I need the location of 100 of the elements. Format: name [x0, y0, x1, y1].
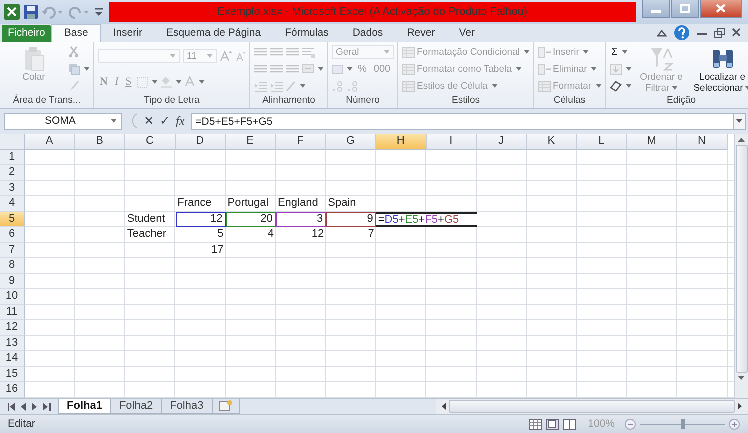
insert-function-button[interactable]: fx: [176, 114, 185, 129]
ribbon-tab[interactable]: Ver: [447, 24, 487, 42]
previous-sheet-icon[interactable]: [21, 402, 27, 411]
minimize-button[interactable]: [642, 0, 670, 18]
page-layout-icon[interactable]: [546, 418, 560, 430]
row-header[interactable]: 14: [0, 351, 25, 367]
ribbon-tab[interactable]: Esquema de Página: [154, 24, 274, 42]
caret-icon: [300, 84, 306, 88]
scroll-thumb[interactable]: [449, 400, 735, 414]
group-label: Células: [554, 95, 586, 106]
row-header[interactable]: 11: [0, 304, 25, 320]
sheet-tab[interactable]: Folha1: [58, 398, 112, 414]
ribbon-tab[interactable]: Rever: [395, 24, 448, 42]
spreadsheet-logo-icon[interactable]: [4, 4, 20, 20]
row-header[interactable]: 8: [0, 258, 25, 274]
row-header[interactable]: 12: [0, 320, 25, 336]
formula-field[interactable]: =D5+E5+F5+G5: [190, 112, 734, 130]
column-header[interactable]: G: [326, 134, 376, 150]
table-cell-text: 12: [310, 227, 326, 242]
close-button[interactable]: [700, 0, 742, 18]
restore-icon[interactable]: [714, 28, 725, 38]
caret-icon: [516, 67, 522, 72]
column-header[interactable]: D: [176, 134, 226, 150]
row-header[interactable]: 6: [0, 227, 25, 243]
close-icon[interactable]: [732, 28, 741, 37]
table-cell-text: Teacher: [126, 227, 168, 242]
row-header[interactable]: 4: [0, 196, 25, 212]
save-icon[interactable]: [24, 4, 38, 19]
row-header[interactable]: 2: [0, 165, 25, 181]
ribbon-tab[interactable]: Inserir: [101, 24, 154, 42]
row-header[interactable]: 9: [0, 274, 25, 290]
row-header[interactable]: 13: [0, 336, 25, 352]
row-header[interactable]: 1: [0, 150, 25, 166]
cancel-button[interactable]: ✕: [144, 114, 154, 128]
ribbon-tab[interactable]: Fórmulas: [273, 24, 341, 42]
shrink-font-icon: [235, 50, 246, 62]
column-header[interactable]: F: [276, 134, 326, 150]
row-header[interactable]: 15: [0, 366, 25, 382]
sheet-tab[interactable]: Folha2: [110, 398, 162, 414]
eraser-icon: [610, 80, 622, 92]
row-header[interactable]: 3: [0, 180, 25, 196]
cell-editor[interactable]: =D5+E5+F5+G5: [376, 212, 477, 228]
copy-icon: [68, 63, 80, 76]
ribbon-button[interactable]: [610, 78, 632, 94]
last-sheet-icon[interactable]: [43, 402, 51, 411]
column-header[interactable]: E: [226, 134, 276, 150]
normal-view-icon[interactable]: [529, 418, 542, 430]
sheet-tab[interactable]: Folha3: [161, 398, 213, 414]
column-header[interactable]: H: [376, 134, 426, 150]
expand-button[interactable]: [734, 112, 746, 130]
table-cell-text: 17: [210, 242, 225, 258]
scroll-thumb[interactable]: [736, 144, 748, 373]
caret-icon: [384, 50, 390, 54]
column-header[interactable]: M: [627, 134, 678, 150]
ribbon-button[interactable]: Localizar e Seleccionar: [692, 44, 748, 96]
insert-sheet-button[interactable]: [212, 398, 240, 414]
table-cell-text: 4: [266, 227, 275, 242]
indent-icon: [270, 80, 283, 92]
file-tab[interactable]: Ficheiro: [2, 24, 52, 42]
name-box[interactable]: SOMA: [4, 112, 122, 130]
customize-menu-icon[interactable]: [94, 6, 104, 18]
zoom-slider[interactable]: [680, 418, 684, 429]
column-header[interactable]: B: [75, 134, 126, 150]
column-header[interactable]: C: [125, 134, 176, 150]
row-header[interactable]: 10: [0, 289, 25, 305]
scissors-icon: [68, 46, 80, 58]
table-cell-text: France: [176, 196, 213, 212]
column-header[interactable]: A: [25, 134, 76, 150]
align-icon: [286, 47, 299, 58]
maximize-button[interactable]: [671, 0, 699, 18]
caret-icon: [84, 67, 90, 72]
align-icon: [286, 64, 299, 74]
clipboard-icon: [23, 46, 45, 72]
align-icon: [270, 64, 283, 74]
row-header[interactable]: 7: [0, 242, 25, 258]
column-header[interactable]: J: [476, 134, 527, 150]
caret-icon: [170, 54, 176, 58]
table-cell: 3: [276, 212, 326, 228]
row-header[interactable]: 5: [0, 212, 25, 228]
ribbon-tab[interactable]: Base: [51, 24, 102, 42]
page-break-icon[interactable]: [563, 418, 576, 430]
ribbon-tab[interactable]: Dados: [340, 24, 396, 42]
first-sheet-icon[interactable]: [8, 402, 16, 411]
help-icon[interactable]: [674, 24, 690, 40]
ribbon-button[interactable]: Σ: [610, 44, 630, 60]
collapse-ribbon-icon[interactable]: [657, 28, 667, 36]
zoom-in-icon[interactable]: [729, 418, 740, 430]
down-arrow-icon: [738, 376, 745, 380]
vertical-scrollbar[interactable]: [734, 134, 748, 398]
column-header[interactable]: L: [577, 134, 628, 150]
column-header[interactable]: N: [677, 134, 728, 150]
table-cell-text: Portugal: [226, 196, 270, 212]
caret-icon: [198, 80, 205, 84]
next-sheet-icon[interactable]: [32, 402, 38, 411]
column-header[interactable]: I: [426, 134, 477, 150]
column-header[interactable]: K: [526, 134, 578, 150]
zoom-out-icon[interactable]: [625, 418, 636, 430]
horizontal-scrollbar[interactable]: [436, 398, 748, 414]
enter-button[interactable]: ✓: [160, 114, 170, 128]
row-header[interactable]: 16: [0, 382, 25, 398]
